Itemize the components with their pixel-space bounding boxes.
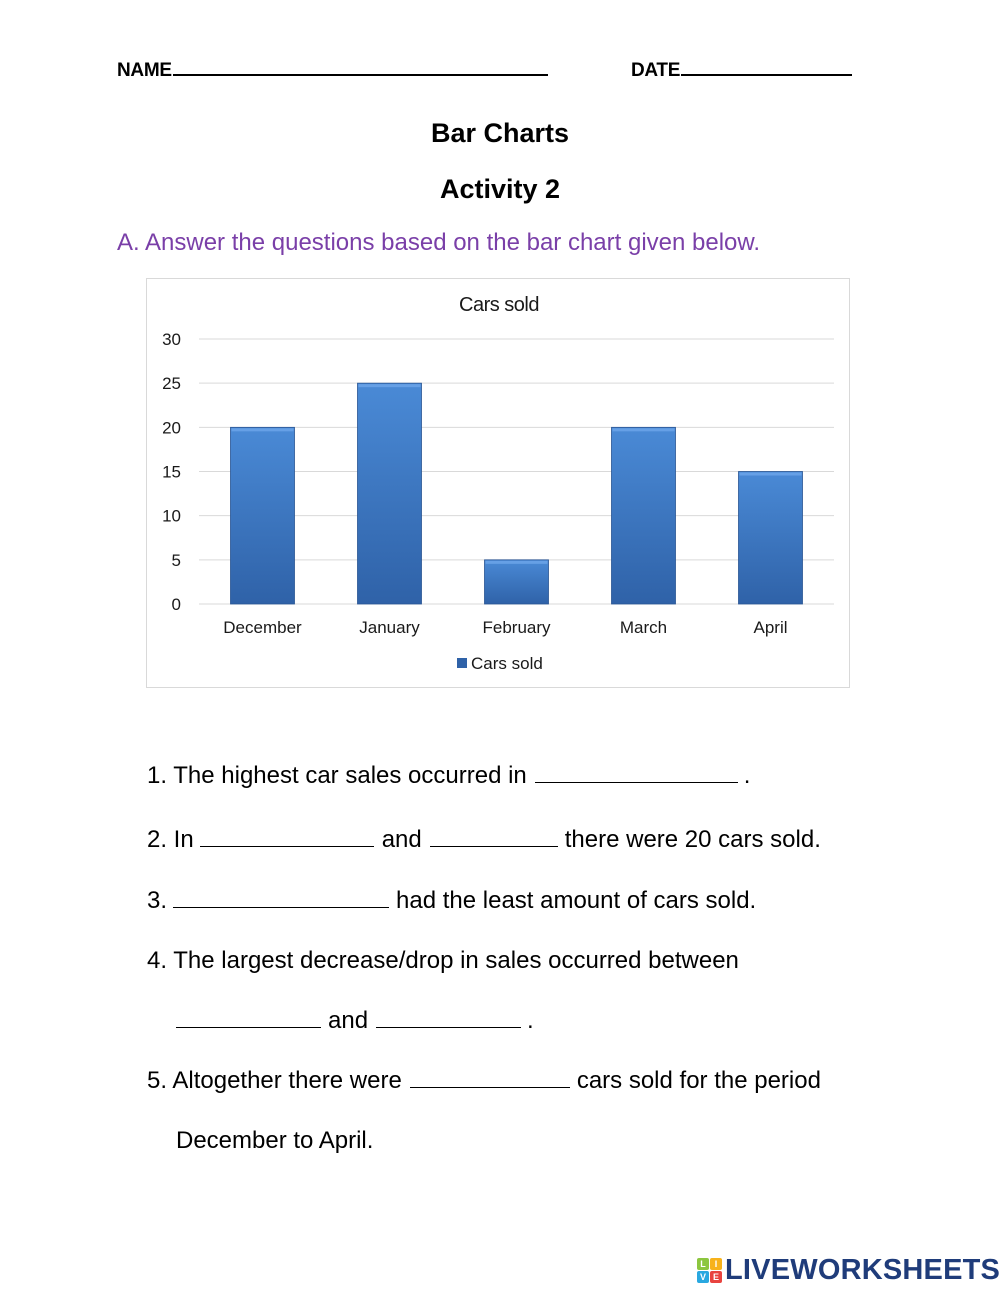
name-label: NAME xyxy=(117,60,172,81)
question-4-suffix: . xyxy=(527,1007,534,1034)
name-field: NAME xyxy=(117,58,548,82)
instruction-text: A. Answer the questions based on the bar… xyxy=(117,229,761,256)
logo-cell: E xyxy=(710,1271,722,1283)
y-tick-label: 25 xyxy=(162,374,181,393)
question-2: 2. In and there were 20 cars sold. xyxy=(147,826,821,854)
y-tick-label: 20 xyxy=(162,418,181,437)
x-tick-label: January xyxy=(359,618,420,637)
bar-december xyxy=(230,426,295,605)
logo-cell: I xyxy=(710,1258,722,1270)
logo-cell: V xyxy=(697,1271,709,1283)
answer-blank-1[interactable] xyxy=(534,762,738,783)
date-field: DATE xyxy=(631,58,853,82)
bar-highlight xyxy=(485,560,548,564)
question-2-text: 2. In xyxy=(147,826,194,853)
question-3-number: 3. xyxy=(147,887,168,914)
name-blank[interactable] xyxy=(172,58,548,76)
x-tick-label: February xyxy=(482,618,551,637)
bar-highlight xyxy=(231,428,294,432)
question-2-suffix: there were 20 cars sold. xyxy=(564,826,821,853)
question-4-text: 4. The largest decrease/drop in sales oc… xyxy=(147,947,739,974)
question-5-line-2-text: December to April. xyxy=(176,1127,374,1154)
legend-label: Cars sold xyxy=(471,654,543,673)
question-4-line-2: and. xyxy=(176,1007,534,1035)
answer-blank-5[interactable] xyxy=(409,1067,570,1088)
bar-highlight xyxy=(612,428,675,432)
answer-blank-3[interactable] xyxy=(173,887,390,908)
liveworksheets-logo: L I V E LIVEWORKSHEETS xyxy=(697,1254,1000,1287)
question-1: 1. The highest car sales occurred in. xyxy=(147,762,750,790)
date-label: DATE xyxy=(631,60,681,81)
question-5: 5. Altogether there were cars sold for th… xyxy=(147,1067,821,1095)
question-3: 3. had the least amount of cars sold. xyxy=(147,887,756,915)
y-tick-label: 0 xyxy=(172,595,181,614)
x-axis-labels: December January February March April xyxy=(223,618,787,637)
x-tick-label: December xyxy=(223,618,302,637)
question-2-middle: and xyxy=(381,826,422,853)
question-1-suffix: . xyxy=(743,762,751,789)
x-tick-label: April xyxy=(753,618,787,637)
logo-cell: L xyxy=(697,1258,709,1270)
worksheet-title: Bar Charts xyxy=(430,118,570,148)
date-blank[interactable] xyxy=(681,58,853,76)
bars xyxy=(230,382,803,605)
bar-highlight xyxy=(358,384,421,388)
chart-title: Cars sold xyxy=(459,294,539,316)
question-5-line-2: December to April. xyxy=(176,1127,373,1155)
y-tick-label: 5 xyxy=(172,551,181,570)
question-5-text: 5. Altogether there were xyxy=(147,1067,402,1094)
question-3-suffix: had the least amount of cars sold. xyxy=(396,887,757,914)
bar-highlight xyxy=(739,472,802,476)
y-tick-label: 15 xyxy=(162,463,181,482)
logo-text: LIVEWORKSHEETS xyxy=(725,1254,1000,1286)
answer-blank-2a[interactable] xyxy=(199,826,374,847)
bar-april xyxy=(738,471,803,605)
bar-march xyxy=(611,426,676,605)
legend-swatch xyxy=(457,658,467,668)
chart-svg: Cars sold 0 5 10 15 20 25 30 December January Fe… xyxy=(162,294,834,673)
y-axis-ticks: 0 5 10 15 20 25 30 xyxy=(162,330,181,614)
activity-title: Activity 2 xyxy=(439,174,561,204)
chart-legend: Cars sold xyxy=(457,654,543,673)
x-tick-label: March xyxy=(620,618,667,637)
answer-blank-4a[interactable] xyxy=(176,1007,321,1028)
question-4-middle: and xyxy=(328,1007,369,1034)
question-5-suffix: cars sold for the period xyxy=(576,1067,821,1094)
question-1-text: 1. The highest car sales occurred in xyxy=(147,762,527,789)
bar-chart: Cars sold 0 5 10 15 20 25 30 December January Fe… xyxy=(146,278,850,688)
y-tick-label: 10 xyxy=(162,507,181,526)
question-4: 4. The largest decrease/drop in sales oc… xyxy=(147,947,739,975)
y-tick-label: 30 xyxy=(162,330,181,349)
answer-blank-4b[interactable] xyxy=(376,1007,522,1028)
answer-blank-2b[interactable] xyxy=(429,826,558,847)
logo-icon: L I V E xyxy=(697,1258,722,1283)
bar-february xyxy=(484,559,549,605)
bar-january xyxy=(357,382,422,605)
